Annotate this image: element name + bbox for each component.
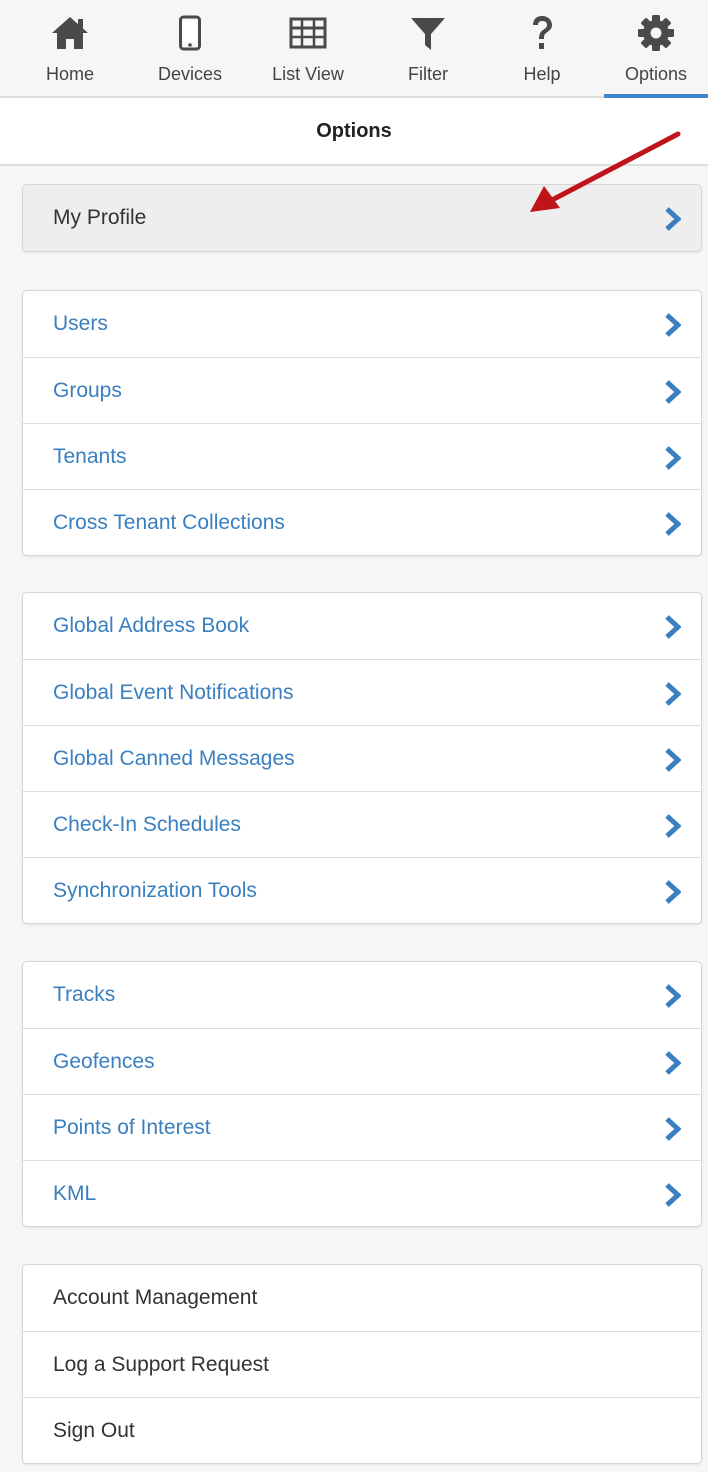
nav-options[interactable]: Options xyxy=(604,14,708,98)
chevron-right-icon xyxy=(665,512,682,541)
chevron-right-icon xyxy=(665,446,682,475)
nav-filter-label: Filter xyxy=(408,64,448,84)
nav-home[interactable]: Home xyxy=(24,14,116,98)
annotation-arrow-icon xyxy=(530,131,681,212)
list-item-groups[interactable]: Groups xyxy=(23,357,701,423)
list-item-label: Tenants xyxy=(53,444,127,468)
list-item-geofences[interactable]: Geofences xyxy=(23,1028,701,1094)
nav-list-view-label: List View xyxy=(272,64,344,84)
admin-group: Users Groups Tenants Cross Tenant Collec… xyxy=(22,290,702,556)
options-page: Home Devices List View Filter Help Optio… xyxy=(0,0,708,1472)
list-item-log-support-request[interactable]: Log a Support Request xyxy=(23,1331,701,1397)
top-nav: Home Devices List View Filter Help Optio… xyxy=(0,0,708,98)
filter-icon xyxy=(408,14,448,60)
list-item-tenants[interactable]: Tenants xyxy=(23,423,701,489)
list-item-global-event-notifications[interactable]: Global Event Notifications xyxy=(23,659,701,725)
list-item-kml[interactable]: KML xyxy=(23,1160,701,1226)
list-item-cross-tenant-collections[interactable]: Cross Tenant Collections xyxy=(23,489,701,555)
nav-devices-label: Devices xyxy=(157,64,223,84)
account-group: Account Management Log a Support Request… xyxy=(22,1264,702,1464)
list-item-label: KML xyxy=(53,1181,97,1205)
global-group: Global Address Book Global Event Notific… xyxy=(22,592,702,924)
chevron-right-icon xyxy=(665,814,682,843)
gear-icon xyxy=(637,14,675,60)
chevron-right-icon xyxy=(665,313,682,342)
list-item-synchronization-tools[interactable]: Synchronization Tools xyxy=(23,857,701,923)
list-item-label: Synchronization Tools xyxy=(53,878,257,902)
nav-help-label: Help xyxy=(523,64,561,84)
list-item-label: Points of Interest xyxy=(53,1115,211,1139)
list-item-sign-out[interactable]: Sign Out xyxy=(23,1397,701,1463)
chevron-right-icon xyxy=(665,984,682,1013)
list-item-label: Global Canned Messages xyxy=(53,746,295,770)
list-item-label: Check-In Schedules xyxy=(53,812,241,836)
list-item-points-of-interest[interactable]: Points of Interest xyxy=(23,1094,701,1160)
list-item-account-management[interactable]: Account Management xyxy=(23,1265,701,1331)
list-item-label: Geofences xyxy=(53,1049,155,1073)
chevron-right-icon xyxy=(665,880,682,909)
nav-devices[interactable]: Devices xyxy=(144,14,236,98)
nav-help[interactable]: Help xyxy=(496,14,588,98)
list-item-label: Global Event Notifications xyxy=(53,680,294,704)
nav-home-label: Home xyxy=(45,64,94,84)
chevron-right-icon xyxy=(665,615,682,644)
question-icon xyxy=(527,14,557,60)
list-item-label: Global Address Book xyxy=(53,614,250,637)
chevron-right-icon xyxy=(665,1183,682,1212)
chevron-right-icon xyxy=(665,1117,682,1146)
list-item-label: Users xyxy=(53,312,108,335)
chevron-right-icon xyxy=(665,682,682,711)
table-icon xyxy=(288,14,328,60)
map-group: Tracks Geofences Points of Interest KML xyxy=(22,961,702,1227)
list-item-label: Groups xyxy=(53,378,122,402)
list-item-global-address-book[interactable]: Global Address Book xyxy=(23,593,701,659)
list-item-users[interactable]: Users xyxy=(23,291,701,357)
page-title: Options xyxy=(316,119,392,142)
nav-options-label: Options xyxy=(624,64,688,84)
list-item-label: My Profile xyxy=(53,206,147,229)
nav-filter[interactable]: Filter xyxy=(382,14,474,98)
list-item-label: Log a Support Request xyxy=(53,1352,269,1376)
list-item-label: Cross Tenant Collections xyxy=(53,510,285,534)
home-icon xyxy=(50,14,90,60)
chevron-right-icon xyxy=(665,748,682,777)
phone-icon xyxy=(178,14,202,60)
nav-list-view[interactable]: List View xyxy=(258,14,358,98)
list-item-check-in-schedules[interactable]: Check-In Schedules xyxy=(23,791,701,857)
list-item-label: Tracks xyxy=(53,983,116,1006)
list-item-label: Account Management xyxy=(53,1286,258,1309)
chevron-right-icon xyxy=(665,1051,682,1080)
list-item-tracks[interactable]: Tracks xyxy=(23,962,701,1028)
list-item-global-canned-messages[interactable]: Global Canned Messages xyxy=(23,725,701,791)
chevron-right-icon xyxy=(665,380,682,409)
list-item-label: Sign Out xyxy=(53,1418,135,1442)
